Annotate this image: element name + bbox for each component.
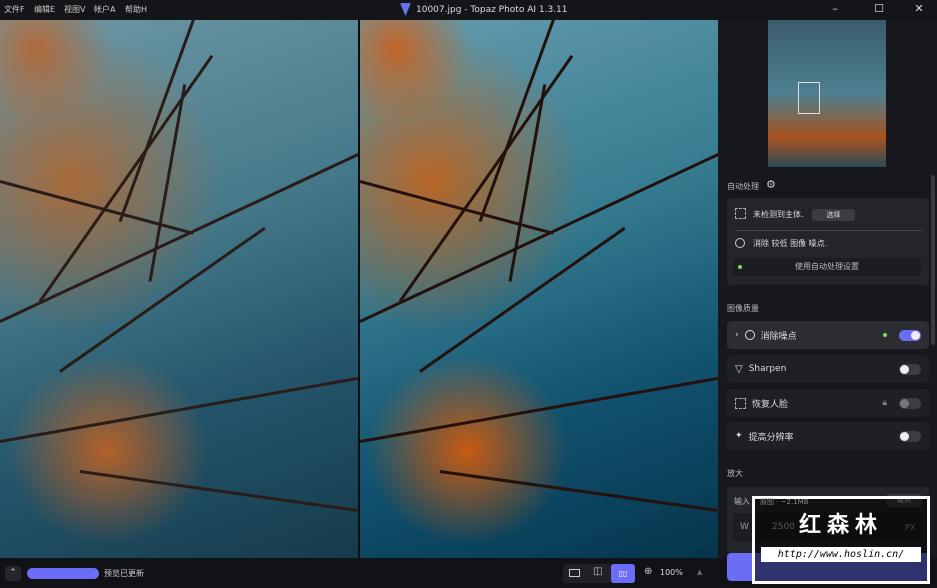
filter-label: 提高分辨率 [748,432,794,443]
original-preview[interactable] [0,20,358,558]
filter-label: 消除噪点 [760,331,797,342]
branch [79,470,358,512]
navigator-viewport[interactable] [798,82,820,114]
sharpen-icon: ▽ [735,363,743,375]
branch [0,374,358,443]
panel-scrollbar[interactable] [931,175,935,345]
window-title: 10007.jpg - Topaz Photo AI 1.3.11 [400,3,568,16]
lock-icon: 🔒︎ [882,398,887,408]
upscale-heading: 放大 [727,469,743,478]
zoom-dropdown-icon[interactable]: ▲ [697,568,702,576]
branch [0,142,358,323]
bottom-bar: ⌃ 预览已更新 ◫ ▯▯ ⊕ 100% ▲ [0,558,718,588]
face-icon [735,397,746,409]
filter-sharpen[interactable]: ▽ Sharpen [727,355,929,383]
branch [360,374,718,443]
chevron-right-icon[interactable]: › [735,330,739,340]
zoom-icon[interactable]: ⊕ [644,566,652,577]
progress-bar [27,568,99,579]
branch [419,226,626,373]
subject-text: 未检测到主体. [753,210,804,219]
close-button[interactable]: ✕ [909,2,929,15]
menu-file[interactable]: 文件F [4,4,25,15]
gear-icon[interactable]: ⚙ [766,178,776,191]
maximize-button[interactable]: ☐ [869,2,889,15]
branch [59,226,266,373]
branch [148,84,187,282]
zoom-level[interactable]: 100% [660,568,683,577]
denoise-toggle[interactable] [899,329,921,341]
branch [439,470,718,512]
noise-icon [735,238,745,248]
width-label: W [740,522,749,532]
input-info: 原图 · ~2.1MB [760,498,809,506]
branch [398,54,574,303]
sharpen-toggle[interactable] [899,363,921,375]
denoise-icon [744,330,755,340]
filter-label: 恢复人脸 [752,399,789,410]
split-view-button[interactable]: ◫ [593,566,602,577]
subject-detect-icon [735,208,746,219]
select-subject-button[interactable]: 选择 [812,209,855,221]
menu-edit[interactable]: 编辑E [34,4,55,15]
processed-preview[interactable] [360,20,718,558]
divider [735,230,922,231]
menu-account[interactable]: 帐户A [94,4,115,15]
status-text: 预览已更新 [104,569,144,578]
apply-auto-label: 使用自动处理设置 [795,262,859,271]
watermark: 红森林 http://www.hoslin.cn/ [752,496,930,584]
watermark-url: http://www.hoslin.cn/ [761,547,921,562]
filter-label: Sharpen [748,364,787,374]
noise-text: 消除 较低 图像 噪点. [753,239,828,248]
title-text: 10007.jpg - Topaz Photo AI 1.3.11 [416,4,568,15]
app-logo-icon [400,3,411,16]
auto-heading: 自动处理 [727,182,759,191]
sparkle-icon: ✦ [735,431,743,441]
upscale-toggle[interactable] [899,430,921,442]
apply-auto-button[interactable]: 使用自动处理设置 [733,258,921,276]
filter-denoise[interactable]: › 消除噪点 [727,321,929,349]
filter-face-recovery[interactable]: 恢复人脸 🔒︎ [727,389,929,417]
face-toggle[interactable] [899,397,921,409]
input-label: 输入 [734,497,750,506]
watermark-logo: 红森林 [798,513,883,538]
title-bar: 文件F 编辑E 视图V 帐户A 帮助H 10007.jpg - Topaz Ph… [0,0,937,20]
filter-upscale[interactable]: ✦ 提高分辨率 [727,422,929,450]
branch [38,54,214,303]
branch [508,84,547,282]
menu-view[interactable]: 视图V [64,4,85,15]
branch [360,142,718,323]
chevron-up-icon[interactable]: ⌃ [5,566,21,581]
quality-heading: 图像质量 [727,304,759,313]
single-view-button[interactable] [569,569,580,577]
status-dot [883,333,887,337]
minimize-button[interactable]: – [825,2,845,15]
side-by-side-view-button[interactable]: ▯▯ [611,564,635,583]
status-dot [738,265,742,269]
menu-help[interactable]: 帮助H [125,4,147,15]
navigator-thumbnail[interactable] [768,20,886,167]
